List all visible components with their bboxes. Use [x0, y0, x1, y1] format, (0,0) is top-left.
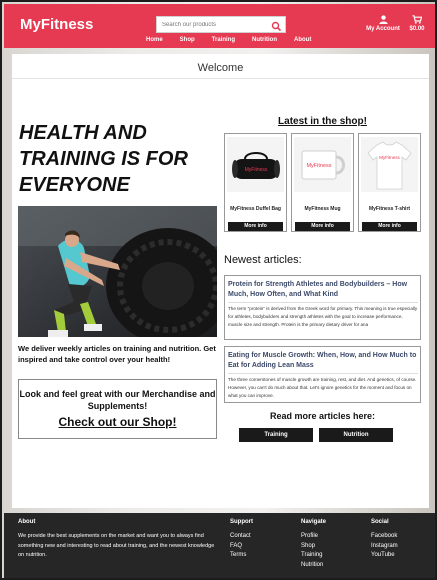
nav-home[interactable]: Home [146, 37, 163, 47]
hero-title: HEALTH AND TRAINING IS FOR EVERYONE [19, 122, 188, 196]
footer-link-youtube[interactable]: YouTube [371, 551, 431, 561]
article-excerpt: The three cornerstones of muscle growth … [228, 377, 417, 398]
nav-shop[interactable]: Shop [180, 37, 195, 47]
account-label: My Account [366, 26, 400, 32]
article-title[interactable]: Eating for Muscle Growth: When, How, and… [228, 351, 418, 370]
nav-nutrition[interactable]: Nutrition [252, 37, 277, 47]
article-card[interactable]: Protein for Strength Athletes and Bodybu… [224, 275, 421, 340]
product-name: MyFitness Mug [304, 206, 341, 212]
article-divider [228, 373, 418, 374]
product-name: MyFitness T-shirt [368, 206, 411, 212]
product-card[interactable]: MyFitness MyFitness Mug More info [291, 133, 354, 232]
hero-image [18, 206, 217, 337]
promo-text: Look and feel great with our Merchandise… [19, 389, 216, 411]
search-box [156, 16, 286, 33]
footer-navigate-heading: Navigate [301, 519, 327, 525]
nav-about[interactable]: About [294, 37, 311, 47]
shop-heading[interactable]: Latest in the shop! [224, 116, 421, 127]
shop-link[interactable]: Check out our Shop! [19, 415, 216, 429]
svg-text:MyFitness: MyFitness [245, 167, 268, 173]
product-card[interactable]: MyFitness MyFitness T-shirt More info [358, 133, 421, 232]
product-image-duffel-bag: MyFitness [227, 137, 284, 192]
footer-about-heading: About [18, 519, 36, 525]
user-icon [378, 15, 388, 24]
site-header: MyFitness Home Shop Training Nutrition A… [4, 4, 435, 48]
page-frame: MyFitness Home Shop Training Nutrition A… [0, 0, 437, 580]
tagline: We deliver weekly articles on training a… [18, 344, 216, 364]
search-icon[interactable] [271, 19, 282, 32]
article-divider [228, 302, 418, 303]
cart-icon [412, 15, 422, 24]
read-more-heading: Read more articles here: [269, 411, 376, 421]
footer-link-facebook[interactable]: Facebook [371, 532, 431, 542]
cart-total: $0.00 [409, 26, 425, 32]
article-excerpt: The term "protein" is derived from the G… [228, 306, 418, 327]
main-content: Welcome HEALTH AND TRAINING IS FOR EVERY… [12, 54, 429, 508]
footer-link-faq[interactable]: FAQ [230, 542, 290, 552]
site-footer: About We provide the best supplements on… [4, 513, 435, 578]
footer-support: Support Contact FAQ Terms [230, 519, 290, 561]
footer-link-contact[interactable]: Contact [230, 532, 290, 542]
more-info-button[interactable]: More info [228, 222, 283, 231]
article-card[interactable]: Eating for Muscle Growth: When, How, and… [224, 346, 421, 403]
nutrition-articles-button[interactable]: Nutrition [319, 428, 393, 442]
article-title[interactable]: Protein for Strength Athletes and Bodybu… [228, 280, 418, 299]
product-card[interactable]: MyFitness MyFitness Duffel Bag More info [224, 133, 287, 232]
nav-training[interactable]: Training [212, 37, 235, 47]
footer-about-text: We provide the best supplements on the m… [18, 533, 215, 558]
product-name: MyFitness Duffel Bag [230, 206, 281, 212]
cart-button[interactable]: $0.00 [406, 15, 428, 32]
welcome-heading: Welcome [197, 62, 244, 74]
articles-heading: Newest articles: [224, 254, 302, 266]
shop-promo-box: Look and feel great with our Merchandise… [18, 379, 217, 439]
site-logo[interactable]: MyFitness [20, 16, 93, 33]
main-nav: Home Shop Training Nutrition About [146, 37, 328, 47]
footer-link-nutrition[interactable]: Nutrition [301, 561, 361, 571]
footer-link-instagram[interactable]: Instagram [371, 542, 431, 552]
product-image-mug: MyFitness [294, 137, 351, 192]
more-info-button[interactable]: More info [295, 222, 350, 231]
product-image-tshirt: MyFitness [361, 137, 418, 192]
footer-link-profile[interactable]: Profile [301, 532, 361, 542]
footer-about: About We provide the best supplements on… [18, 519, 218, 561]
svg-text:MyFitness: MyFitness [306, 163, 331, 169]
more-info-button[interactable]: More info [362, 222, 417, 231]
footer-link-terms[interactable]: Terms [230, 551, 290, 561]
training-articles-button[interactable]: Training [239, 428, 313, 442]
footer-navigate: Navigate Profile Shop Training Nutrition [301, 519, 361, 570]
my-account-button[interactable]: My Account [364, 15, 402, 32]
svg-text:MyFitness: MyFitness [379, 155, 400, 160]
footer-link-training[interactable]: Training [301, 551, 361, 561]
footer-social-heading: Social [371, 519, 389, 525]
footer-link-shop[interactable]: Shop [301, 542, 361, 552]
welcome-divider [12, 78, 429, 79]
footer-support-heading: Support [230, 519, 253, 525]
search-input[interactable] [157, 17, 269, 32]
footer-social: Social Facebook Instagram YouTube [371, 519, 431, 561]
